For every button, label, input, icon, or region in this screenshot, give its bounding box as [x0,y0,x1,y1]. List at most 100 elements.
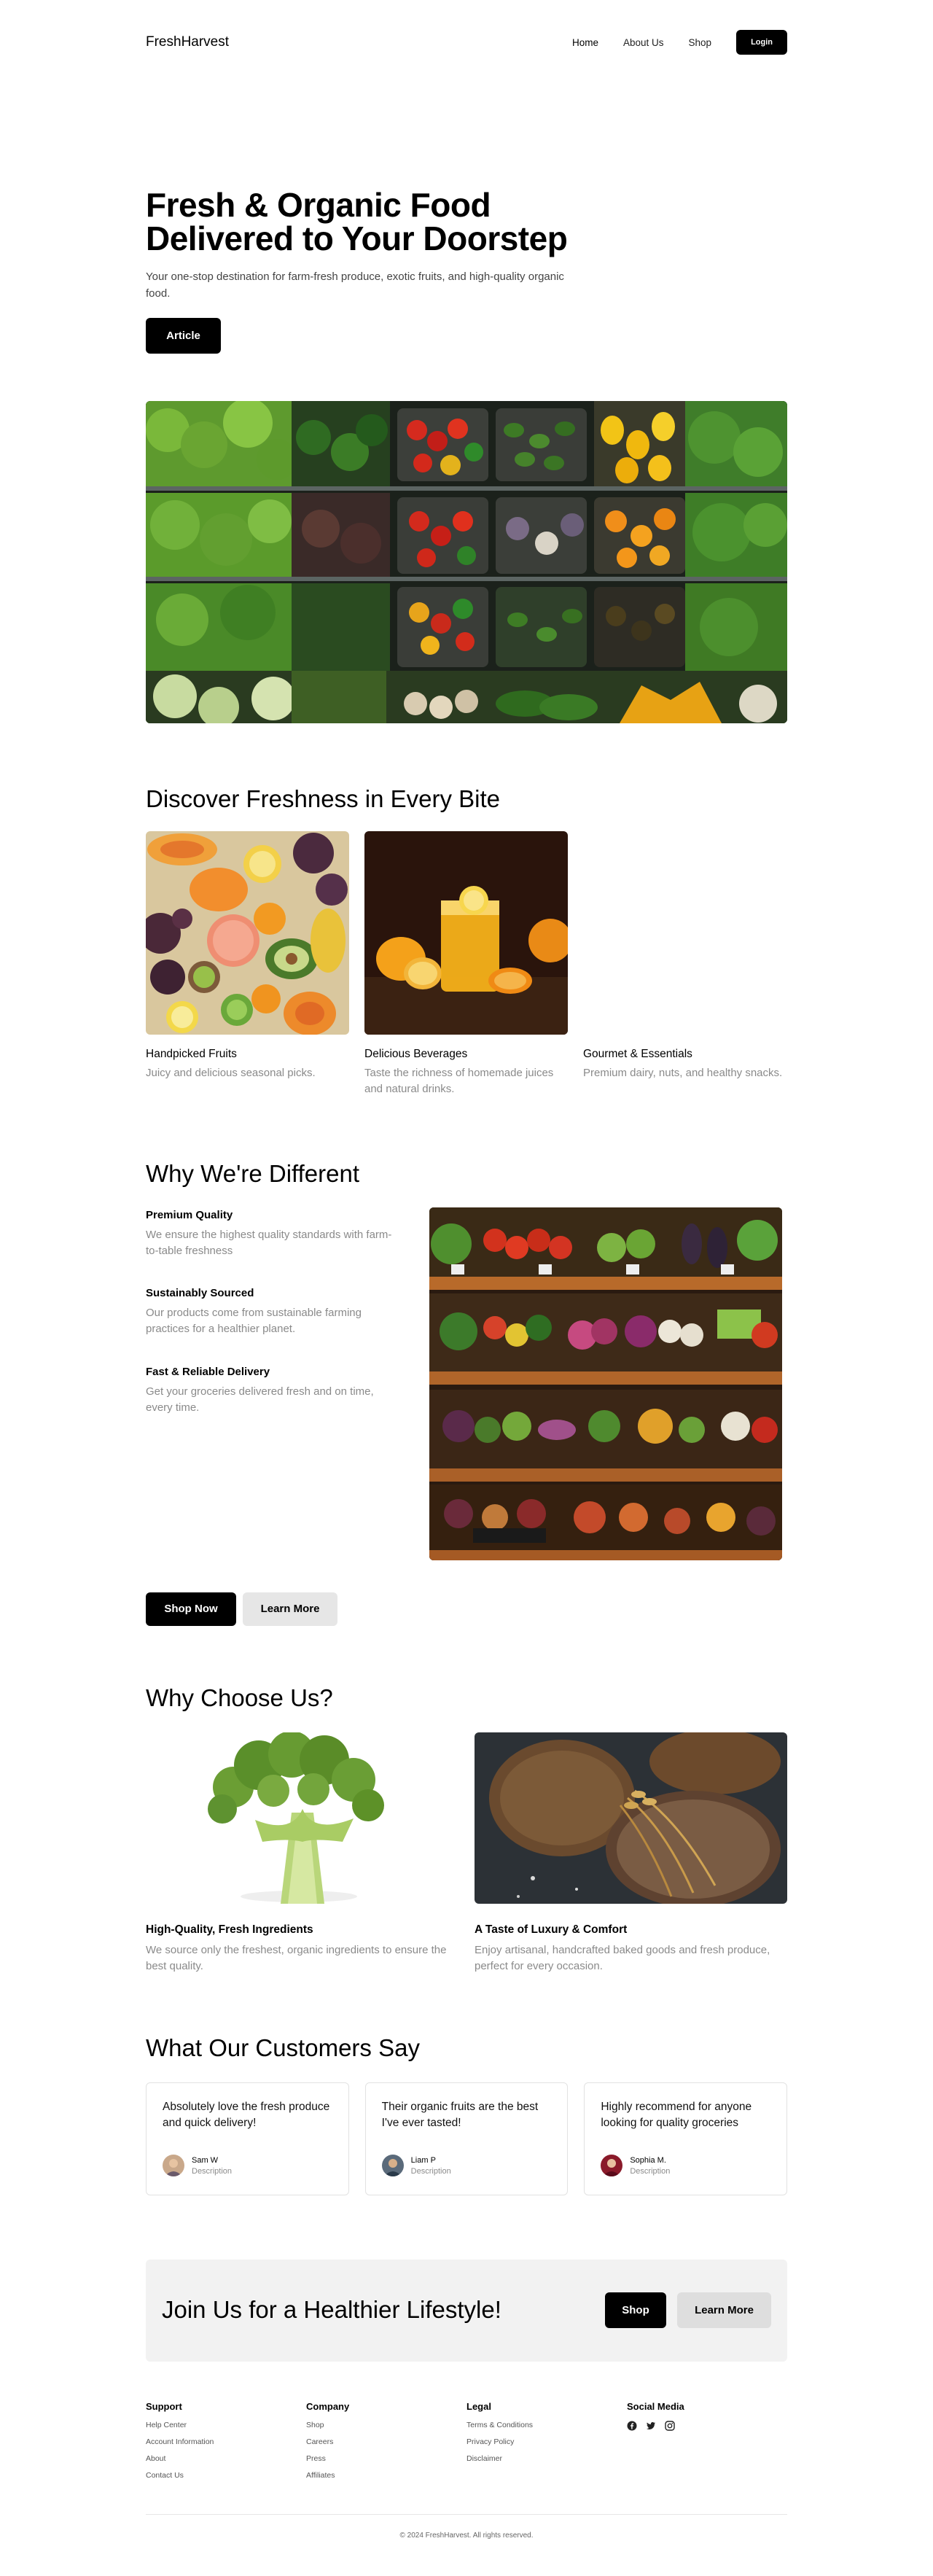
footer-heading: Company [306,2401,350,2412]
article-button[interactable]: Article [146,318,221,354]
login-button[interactable]: Login [736,30,787,55]
feature-desc: Our products come from sustainable farmi… [146,1307,362,1335]
feature-title: Premium Quality [146,1209,233,1221]
avatar [601,2155,623,2176]
footer-link-account-info[interactable]: Account Information [146,2437,306,2446]
feature-fast-delivery: Fast & Reliable Delivery Get your grocer… [146,1366,401,1416]
card-title: Delicious Beverages [364,1048,468,1060]
nav-shop[interactable]: Shop [689,37,712,48]
footer-heading: Social Media [627,2401,684,2412]
card-title: Handpicked Fruits [146,1048,237,1060]
twitter-icon[interactable] [646,2421,656,2431]
author-description: Description [192,2166,233,2176]
card-title: Gourmet & Essentials [583,1048,692,1060]
footer-link-affiliates[interactable]: Affiliates [306,2471,466,2480]
market-stall-illustration [429,1207,782,1560]
card-desc: Taste the richness of homemade juices an… [364,1067,554,1095]
footer-link-careers[interactable]: Careers [306,2437,466,2446]
footer-social: Social Media [627,2401,787,2488]
testimonial-quote: Absolutely love the fresh produce and qu… [163,2101,330,2129]
choose-items: High-Quality, Fresh Ingredients We sourc… [146,1732,787,1974]
avatar [381,2155,404,2176]
fruit-assortment-illustration [146,831,349,1035]
choose-heading: Why Choose Us? [146,1684,333,1711]
testimonials-section: What Our Customers Say [146,2034,787,2062]
nav-menu: Home About Us Shop Login [572,30,787,55]
author-name: Sam W [192,2155,219,2165]
footer-legal: Legal Terms & Conditions Privacy Policy … [466,2401,627,2488]
card-desc: Juicy and delicious seasonal picks. [146,1067,316,1079]
footer-link-contact[interactable]: Contact Us [146,2471,306,2480]
broccoli-image [146,1732,458,1904]
footer-link-press[interactable]: Press [306,2454,466,2463]
footer-divider [146,2514,787,2515]
brand-logo[interactable]: FreshHarvest [146,34,229,50]
choose-item-fresh-ingredients: High-Quality, Fresh Ingredients We sourc… [146,1732,458,1974]
testimonial-quote: Their organic fruits are the best I've e… [381,2101,539,2129]
feature-title: Sustainably Sourced [146,1287,254,1299]
footer-link-terms[interactable]: Terms & Conditions [466,2421,627,2429]
footer-link-about[interactable]: About [146,2454,306,2463]
testimonial-quote: Highly recommend for anyone looking for … [601,2101,752,2129]
choose-item-title: High-Quality, Fresh Ingredients [146,1923,313,1936]
author-description: Description [630,2166,671,2176]
broccoli-illustration [146,1732,458,1904]
cta-banner: Join Us for a Healthier Lifestyle! Shop … [146,2260,787,2362]
choose-item-title: A Taste of Luxury & Comfort [475,1923,628,1936]
copyright: © 2024 FreshHarvest. All rights reserved… [399,2532,534,2540]
instagram-icon[interactable] [665,2421,675,2431]
footer-link-disclaimer[interactable]: Disclaimer [466,2454,627,2463]
nav-about[interactable]: About Us [623,37,664,48]
feature-desc: We ensure the highest quality standards … [146,1229,392,1257]
orange-juice-illustration [364,831,568,1035]
hero-title: Fresh & Organic Food Delivered to Your D… [146,186,568,257]
footer-link-shop[interactable]: Shop [306,2421,466,2429]
discover-cards: Handpicked Fruits Juicy and delicious se… [146,831,787,1097]
discover-heading: Discover Freshness in Every Bite [146,785,500,812]
bread-image [475,1732,787,1904]
social-icons [627,2421,787,2431]
footer-heading: Support [146,2401,182,2412]
choose-item-desc: Enjoy artisanal, handcrafted baked goods… [475,1944,770,1972]
beverage-image [364,831,568,1035]
card-gourmet-essentials[interactable]: Gourmet & Essentials Premium dairy, nuts… [583,831,786,1097]
discover-section: Discover Freshness in Every Bite [146,785,787,813]
gourmet-image-placeholder [583,831,786,1035]
hero-produce-image [146,401,787,723]
learn-more-button[interactable]: Learn More [243,1592,337,1626]
feature-premium-quality: Premium Quality We ensure the highest qu… [146,1209,401,1259]
footer: Support Help Center Account Information … [146,2401,787,2488]
footer-support: Support Help Center Account Information … [146,2401,306,2488]
footer-link-privacy[interactable]: Privacy Policy [466,2437,627,2446]
testimonial-card: Their organic fruits are the best I've e… [364,2082,569,2195]
nav-home[interactable]: Home [572,37,598,48]
cta-actions: Shop Learn More [605,2292,771,2328]
testimonial-author: Sam W Description [163,2155,232,2176]
card-desc: Premium dairy, nuts, and healthy snacks. [583,1067,783,1079]
produce-shelves-illustration [146,401,787,723]
feature-sustainably-sourced: Sustainably Sourced Our products come fr… [146,1287,401,1337]
author-name: Sophia M. [630,2155,666,2165]
card-handpicked-fruits[interactable]: Handpicked Fruits Juicy and delicious se… [146,831,349,1097]
different-section: Why We're Different [146,1160,787,1188]
top-nav: FreshHarvest Home About Us Shop Login [146,29,787,55]
cta-shop-button[interactable]: Shop [605,2292,666,2328]
testimonial-card: Highly recommend for anyone looking for … [584,2082,788,2195]
feature-title: Fast & Reliable Delivery [146,1366,270,1378]
author-name: Liam P [410,2155,436,2165]
testimonial-author: Liam P Description [381,2155,451,2176]
footer-company: Company Shop Careers Press Affiliates [306,2401,466,2488]
cta-learn-more-button[interactable]: Learn More [677,2292,771,2328]
cta-heading: Join Us for a Healthier Lifestyle! [162,2296,501,2323]
card-delicious-beverages[interactable]: Delicious Beverages Taste the richness o… [364,831,568,1097]
footer-link-help-center[interactable]: Help Center [146,2421,306,2429]
market-stall-image [429,1207,782,1560]
fruits-image [146,831,349,1035]
hero-section: Fresh & Organic Food Delivered to Your D… [146,188,787,354]
choose-section: Why Choose Us? [146,1684,787,1712]
facebook-icon[interactable] [627,2421,637,2431]
feature-desc: Get your groceries delivered fresh and o… [146,1385,374,1414]
shop-now-button[interactable]: Shop Now [146,1592,236,1626]
different-heading: Why We're Different [146,1160,360,1187]
choose-item-desc: We source only the freshest, organic ing… [146,1944,447,1972]
